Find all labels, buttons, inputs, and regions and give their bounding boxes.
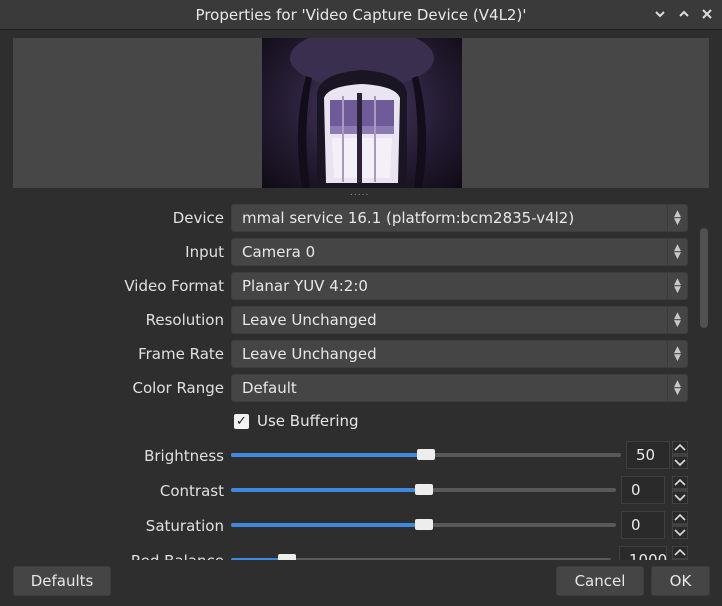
color-range-value: Default <box>242 379 297 397</box>
defaults-button[interactable]: Defaults <box>13 566 111 596</box>
saturation-label: Saturation <box>145 517 224 535</box>
color-range-label: Color Range <box>132 379 224 397</box>
input-value: Camera 0 <box>242 243 316 261</box>
frame-rate-label: Frame Rate <box>138 345 224 363</box>
up-down-arrows-icon: ▲ ▼ <box>667 239 687 265</box>
contrast-spin-arrows-icon[interactable] <box>672 476 688 504</box>
input-select[interactable]: Camera 0 ▲ ▼ <box>231 238 688 266</box>
brightness-spin-arrows-icon[interactable] <box>672 441 688 469</box>
cancel-button[interactable]: Cancel <box>556 566 644 596</box>
resolution-select[interactable]: Leave Unchanged ▲ ▼ <box>231 306 688 334</box>
up-down-arrows-icon: ▲ ▼ <box>667 205 687 231</box>
use-buffering-label: Use Buffering <box>257 412 359 430</box>
use-buffering-checkbox[interactable]: ✓ <box>234 414 249 429</box>
window-title: Properties for 'Video Capture Device (V4… <box>195 6 527 24</box>
video-format-label: Video Format <box>124 277 224 295</box>
input-label: Input <box>185 243 224 261</box>
up-down-arrows-icon: ▲ ▼ <box>667 341 687 367</box>
up-down-arrows-icon: ▲ ▼ <box>667 273 687 299</box>
contrast-slider-fill <box>231 488 424 492</box>
camera-preview-image <box>262 38 462 188</box>
properties-dialog: ..... Device mmal service 16.1 (platform… <box>0 30 722 606</box>
contrast-slider[interactable] <box>231 484 616 495</box>
device-label: Device <box>172 209 224 227</box>
frame-rate-select[interactable]: Leave Unchanged ▲ ▼ <box>231 340 688 368</box>
splitter-handle[interactable]: ..... <box>350 189 374 198</box>
video-format-select[interactable]: Planar YUV 4:2:0 ▲ ▼ <box>231 272 688 300</box>
title-bar[interactable]: Properties for 'Video Capture Device (V4… <box>0 0 722 30</box>
device-select[interactable]: mmal service 16.1 (platform:bcm2835-v4l2… <box>231 204 688 232</box>
brightness-label: Brightness <box>144 447 224 465</box>
saturation-slider-handle[interactable] <box>415 519 433 530</box>
brightness-slider[interactable] <box>231 449 621 460</box>
contrast-spinbox[interactable]: 0 <box>621 476 665 504</box>
brightness-slider-handle[interactable] <box>417 449 435 460</box>
video-preview <box>13 38 709 188</box>
chevron-down-icon[interactable] <box>652 6 668 22</box>
chevron-up-icon[interactable] <box>676 6 692 22</box>
brightness-spinbox[interactable]: 50 <box>626 441 670 469</box>
saturation-slider-fill <box>231 523 424 527</box>
properties-scrollbar[interactable] <box>700 228 708 328</box>
color-range-select[interactable]: Default ▲ ▼ <box>231 374 688 402</box>
saturation-slider[interactable] <box>231 519 616 530</box>
ok-button[interactable]: OK <box>651 566 710 596</box>
close-icon[interactable] <box>699 6 715 22</box>
frame-rate-value: Leave Unchanged <box>242 345 377 363</box>
resolution-label: Resolution <box>145 311 224 329</box>
up-down-arrows-icon: ▲ ▼ <box>667 375 687 401</box>
saturation-spin-arrows-icon[interactable] <box>672 511 688 539</box>
device-value: mmal service 16.1 (platform:bcm2835-v4l2… <box>242 209 575 227</box>
brightness-slider-fill <box>231 453 426 457</box>
contrast-label: Contrast <box>159 482 224 500</box>
saturation-spinbox[interactable]: 0 <box>621 511 665 539</box>
contrast-slider-handle[interactable] <box>415 484 433 495</box>
up-down-arrows-icon: ▲ ▼ <box>667 307 687 333</box>
video-format-value: Planar YUV 4:2:0 <box>242 277 368 295</box>
resolution-value: Leave Unchanged <box>242 311 377 329</box>
